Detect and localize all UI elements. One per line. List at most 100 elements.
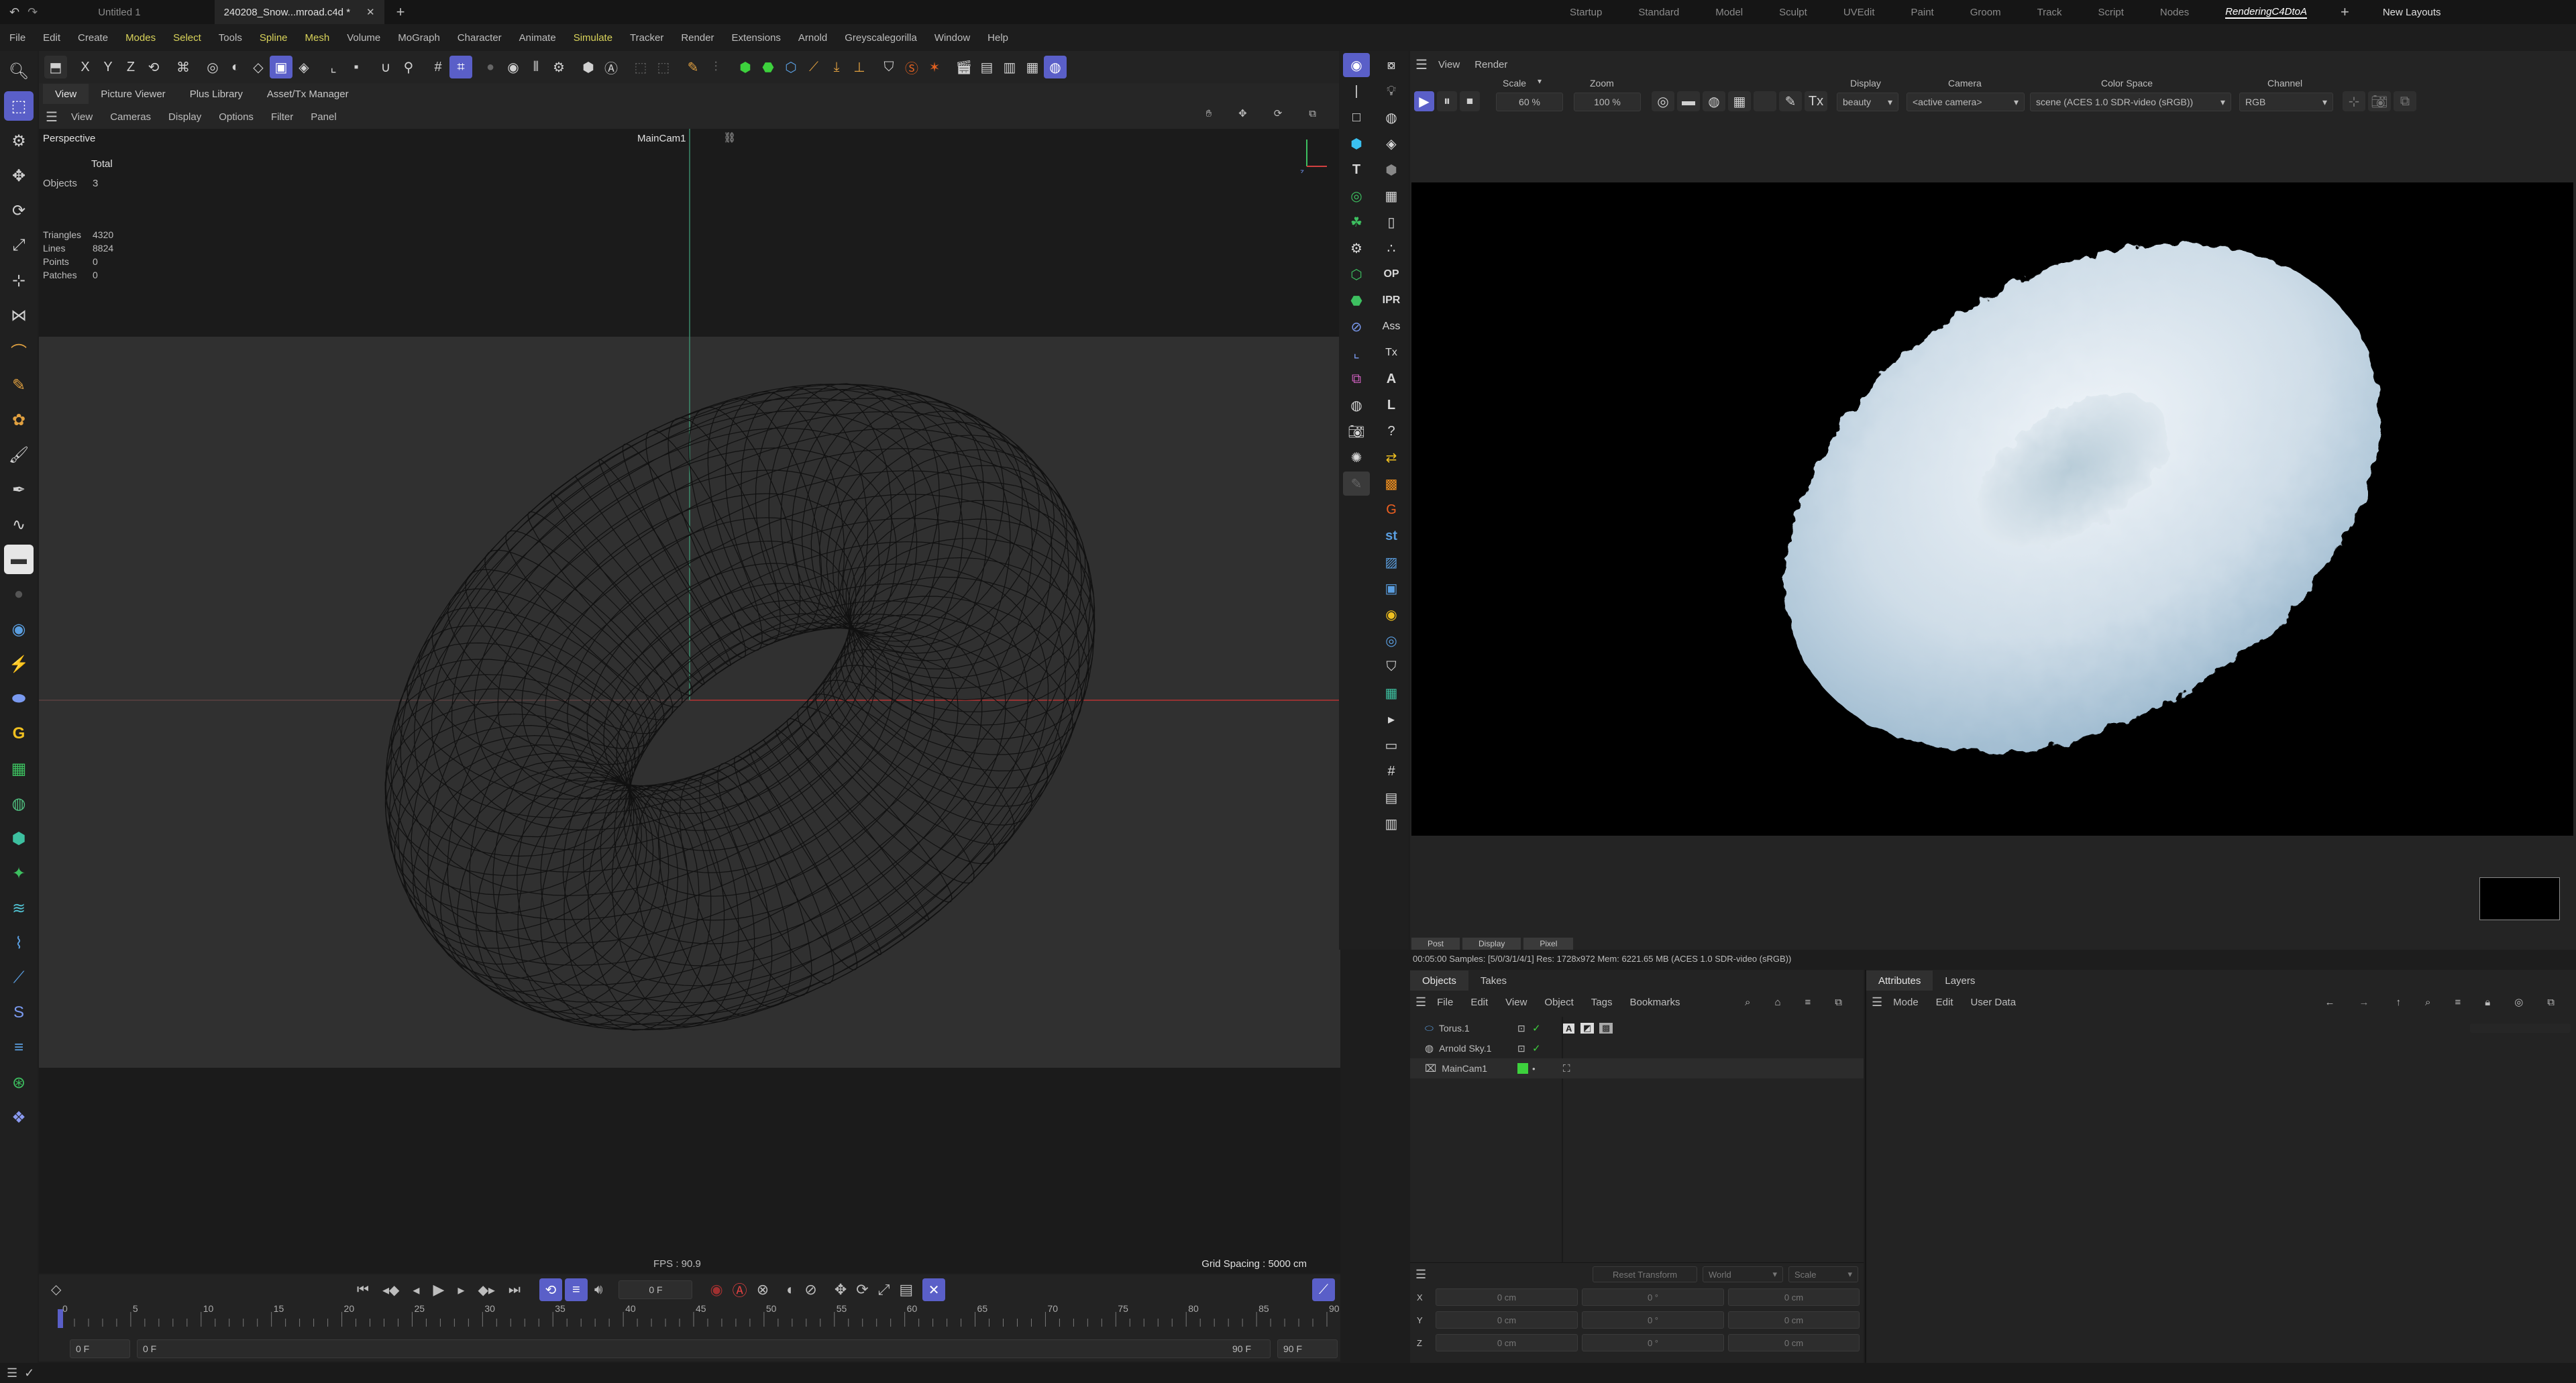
- filter-icon[interactable]: ≡: [1805, 997, 1811, 1008]
- loop-icon[interactable]: ⟲: [539, 1278, 562, 1301]
- axis-y-toggle[interactable]: Y: [97, 56, 119, 78]
- move-view-icon[interactable]: ✥: [1238, 107, 1247, 119]
- viewport-menu-cameras[interactable]: Cameras: [110, 111, 151, 123]
- undo-icon[interactable]: ↶: [9, 5, 19, 19]
- forward-arrow-icon[interactable]: →: [2359, 997, 2369, 1008]
- render-queue-icon[interactable]: ▦: [1021, 56, 1044, 78]
- render-view-menu-view[interactable]: View: [1438, 59, 1460, 70]
- coords-menu-icon[interactable]: ☰: [1415, 1268, 1426, 1282]
- attributes-menu-edit[interactable]: Edit: [1936, 997, 1953, 1008]
- clapper-settings-icon[interactable]: ▥: [998, 56, 1021, 78]
- lock-icon[interactable]: ⌘: [172, 56, 195, 78]
- document-icon[interactable]: ▯: [1378, 210, 1405, 234]
- tab-plus-library[interactable]: Plus Library: [178, 84, 255, 104]
- axis-z-toggle[interactable]: Z: [119, 56, 142, 78]
- grid-toggle-icon[interactable]: ⌗: [449, 56, 472, 78]
- wire-sphere-icon[interactable]: ◍: [1703, 91, 1725, 111]
- texture-mode-icon[interactable]: ⬚: [652, 56, 675, 78]
- attributes-scroll-hint[interactable]: [2470, 1024, 2571, 1033]
- layout-groom[interactable]: Groom: [1970, 7, 2001, 18]
- mirror-icon[interactable]: ⫴: [525, 56, 547, 78]
- clapper-icon[interactable]: 🎬︎: [953, 56, 975, 78]
- globe-plugin-icon[interactable]: ◍: [4, 789, 34, 818]
- grid-snap-icon[interactable]: #: [427, 56, 449, 78]
- menu-window[interactable]: Window: [934, 32, 970, 44]
- rotate-tool-icon[interactable]: ⟳: [4, 196, 34, 225]
- render-region-icon[interactable]: ●: [479, 56, 502, 78]
- prev-key-icon[interactable]: ◂◆: [382, 1282, 399, 1298]
- settings-table-icon[interactable]: ▥: [1378, 812, 1405, 836]
- pan-icon[interactable]: ✋︎: [1206, 108, 1212, 119]
- gsg-swap-icon[interactable]: ⇄: [1378, 445, 1405, 469]
- tab-objects[interactable]: Objects: [1410, 971, 1468, 991]
- objects-menu-file[interactable]: File: [1437, 997, 1453, 1008]
- coord-mode-dropdown[interactable]: Scale ▾: [1788, 1266, 1858, 1282]
- menu-render[interactable]: Render: [681, 32, 714, 44]
- op-button[interactable]: OP: [1378, 262, 1405, 286]
- timeline-ruler[interactable]: 0 5 10 15 20 25 30 35 40 45 50 55 60 65 70 75 80 85 90: [39, 1303, 1340, 1333]
- tab-layers[interactable]: Layers: [1933, 971, 1987, 991]
- menu-modes[interactable]: Modes: [125, 32, 156, 44]
- pen-icon[interactable]: ✒: [4, 475, 34, 504]
- back-arrow-icon[interactable]: ←: [2325, 997, 2335, 1008]
- light-icon[interactable]: ✺: [1343, 445, 1370, 469]
- search-icon[interactable]: ⌕: [2425, 997, 2430, 1008]
- crop-icon[interactable]: ▬: [1677, 91, 1700, 111]
- cube-wire-icon[interactable]: ⬡: [780, 56, 802, 78]
- signal-plugin-icon[interactable]: ⊛: [4, 1068, 34, 1097]
- grid-overlay-icon[interactable]: ▦: [1728, 91, 1751, 111]
- current-frame-field[interactable]: 0 F: [619, 1280, 693, 1299]
- up-arrow-icon[interactable]: ↑: [2396, 997, 2402, 1008]
- add-tab-icon[interactable]: +: [396, 3, 405, 21]
- align-tool-icon[interactable]: ⊥: [848, 56, 871, 78]
- layers-icon[interactable]: ≡: [4, 1033, 34, 1062]
- objects-menu-icon[interactable]: ☰: [1415, 995, 1426, 1009]
- environment-icon[interactable]: ◍: [1343, 393, 1370, 417]
- layout-model[interactable]: Model: [1715, 7, 1743, 18]
- volume-light-icon[interactable]: ▦: [1378, 184, 1405, 208]
- record-icon[interactable]: ◉: [710, 1281, 722, 1298]
- keyframe-icon[interactable]: ◇: [51, 1281, 61, 1298]
- menu-file[interactable]: File: [9, 32, 25, 44]
- pivot-icon[interactable]: ⚙: [547, 56, 570, 78]
- photo-icon[interactable]: ⧇: [1378, 53, 1405, 77]
- menu-tracker[interactable]: Tracker: [630, 32, 663, 44]
- cube-icon[interactable]: ⬢: [1343, 131, 1370, 156]
- blank-toggle-icon[interactable]: [1754, 91, 1776, 111]
- workplane-icon[interactable]: ⌞: [322, 56, 345, 78]
- enabled-dot-icon[interactable]: •: [1532, 1064, 1536, 1074]
- volume-icon[interactable]: ⬣: [1343, 288, 1370, 313]
- knife-icon[interactable]: ✎: [4, 370, 34, 400]
- timeline-graph-icon[interactable]: ⟋: [1312, 1278, 1335, 1301]
- live-select-icon[interactable]: ⚙: [4, 126, 34, 156]
- colorspace-dropdown[interactable]: scene (ACES 1.0 SDR-video (sRGB)) ▾: [2030, 93, 2231, 111]
- size-field[interactable]: 0 cm: [1728, 1334, 1860, 1351]
- render-image[interactable]: [1411, 182, 2573, 836]
- s-curve-icon[interactable]: S: [4, 998, 34, 1028]
- viewport-menu-view[interactable]: View: [71, 111, 93, 123]
- enabled-check-icon[interactable]: ✓: [1532, 1042, 1541, 1054]
- object-row-maincam[interactable]: ⌧ MainCam1 • ⛶: [1410, 1058, 1864, 1078]
- rotation-field[interactable]: 0 °: [1582, 1334, 1724, 1351]
- axis-tool-icon[interactable]: ⊹: [4, 266, 34, 295]
- objects-menu-edit[interactable]: Edit: [1470, 997, 1488, 1008]
- disabled-tool-icon[interactable]: ✎: [1343, 472, 1370, 496]
- tab-view[interactable]: View: [43, 84, 89, 104]
- attributes-menu-mode[interactable]: Mode: [1893, 997, 1919, 1008]
- menu-mograph[interactable]: MoGraph: [398, 32, 440, 44]
- object-name[interactable]: MainCam1: [1442, 1063, 1487, 1074]
- axis-x-toggle[interactable]: X: [74, 56, 97, 78]
- attributes-menu-icon[interactable]: ☰: [1872, 995, 1882, 1009]
- open-image-icon[interactable]: ⧉: [2394, 91, 2416, 111]
- solo-icon[interactable]: ▪: [345, 56, 368, 78]
- menu-spline[interactable]: Spline: [260, 32, 288, 44]
- menu-volume[interactable]: Volume: [347, 32, 380, 44]
- new-window-icon[interactable]: ⧉: [2547, 997, 2555, 1008]
- brush-icon[interactable]: 🖌︎: [4, 440, 34, 469]
- next-key-icon[interactable]: ◆▸: [478, 1282, 494, 1298]
- next-frame-icon[interactable]: ▸: [458, 1282, 464, 1298]
- gsg-material-icon[interactable]: ▩: [1378, 472, 1405, 496]
- coin-plugin-icon[interactable]: ◉: [1378, 602, 1405, 626]
- paint-icon[interactable]: ✿: [4, 405, 34, 435]
- select-tool-icon[interactable]: ⬚: [4, 91, 34, 121]
